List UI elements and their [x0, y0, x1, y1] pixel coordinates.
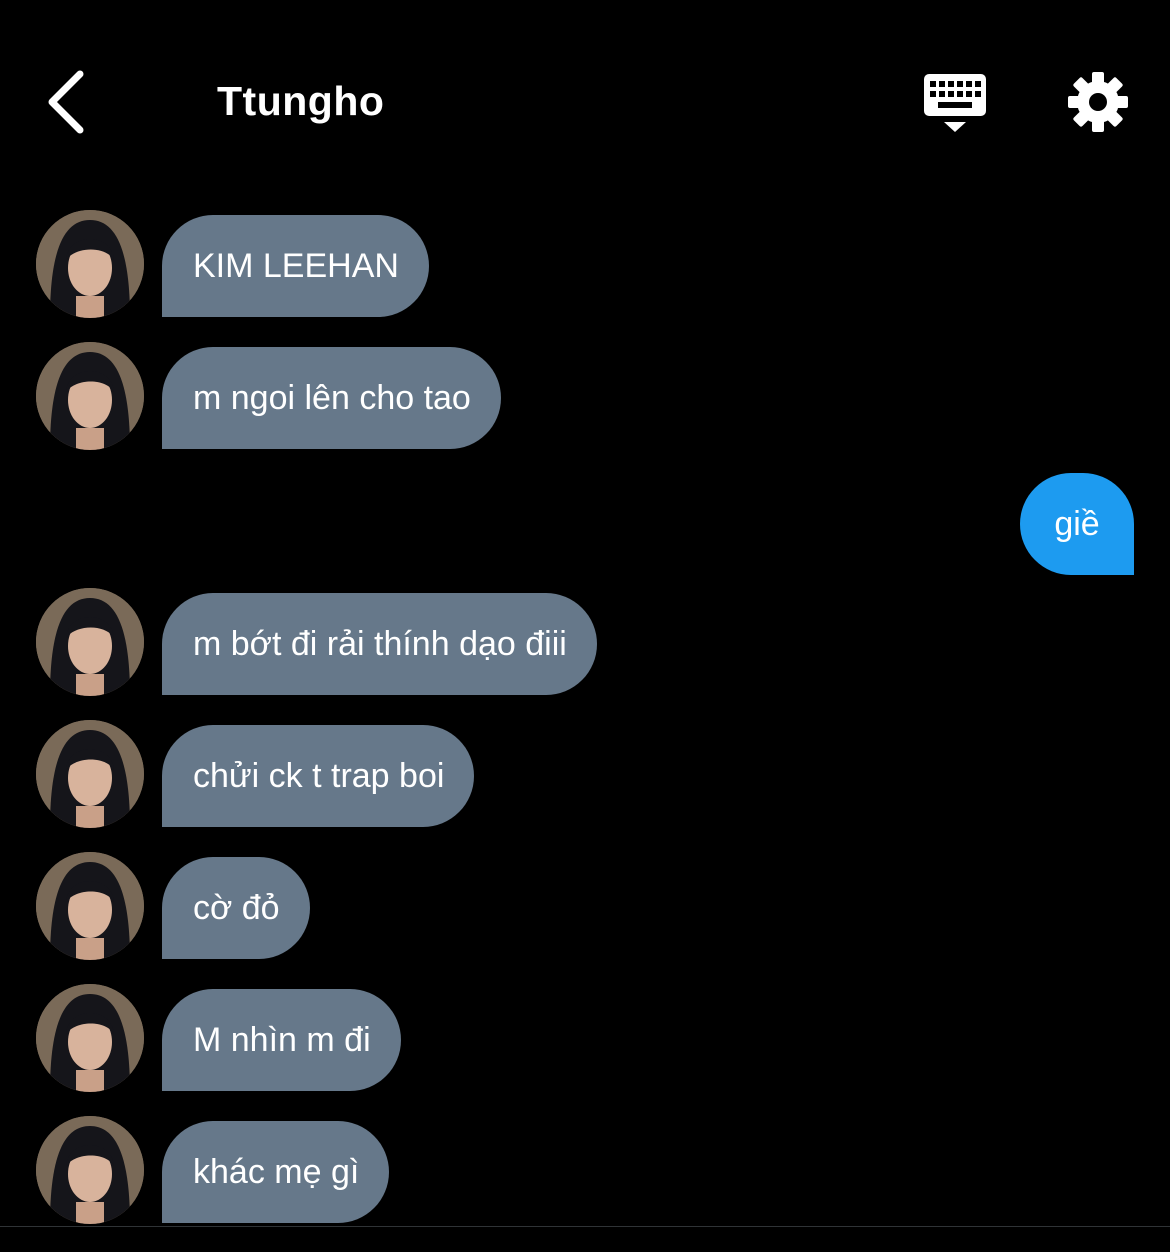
sender-avatar[interactable] [36, 588, 144, 696]
keyboard-button[interactable] [920, 70, 990, 136]
conversation-title[interactable]: Ttungho [217, 78, 384, 125]
conversation-header: Ttungho [0, 0, 1170, 200]
profile-photo [36, 852, 144, 960]
sender-avatar[interactable] [36, 342, 144, 450]
back-button[interactable] [40, 68, 96, 136]
sender-avatar[interactable] [36, 210, 144, 318]
sender-avatar[interactable] [36, 852, 144, 960]
incoming-message-bubble[interactable]: KIM LEEHAN [162, 215, 429, 317]
outgoing-message-bubble[interactable]: giề [1020, 473, 1134, 575]
profile-photo [36, 984, 144, 1092]
profile-photo [36, 588, 144, 696]
sender-avatar[interactable] [36, 984, 144, 1092]
profile-photo [36, 210, 144, 318]
incoming-message-bubble[interactable]: m bớt đi rải thính dạo điii [162, 593, 597, 695]
profile-photo [36, 342, 144, 450]
profile-photo [36, 720, 144, 828]
gear-icon [1068, 72, 1128, 132]
divider [0, 1226, 1170, 1227]
incoming-message-bubble[interactable]: M nhìn m đi [162, 989, 401, 1091]
settings-button[interactable] [1066, 70, 1130, 134]
incoming-message-bubble[interactable]: cờ đỏ [162, 857, 310, 959]
profile-photo [36, 1116, 144, 1224]
keyboard-icon [924, 74, 986, 132]
dm-conversation-screen: Ttungho KIM LEEHAN m ngoi lên cho tao gi… [0, 0, 1170, 1252]
chevron-left-icon [48, 70, 84, 134]
incoming-message-bubble[interactable]: m ngoi lên cho tao [162, 347, 501, 449]
sender-avatar[interactable] [36, 720, 144, 828]
incoming-message-bubble[interactable]: khác mẹ gì [162, 1121, 390, 1223]
sender-avatar[interactable] [36, 1116, 144, 1224]
incoming-message-bubble[interactable]: chửi ck t trap boi [162, 725, 475, 827]
